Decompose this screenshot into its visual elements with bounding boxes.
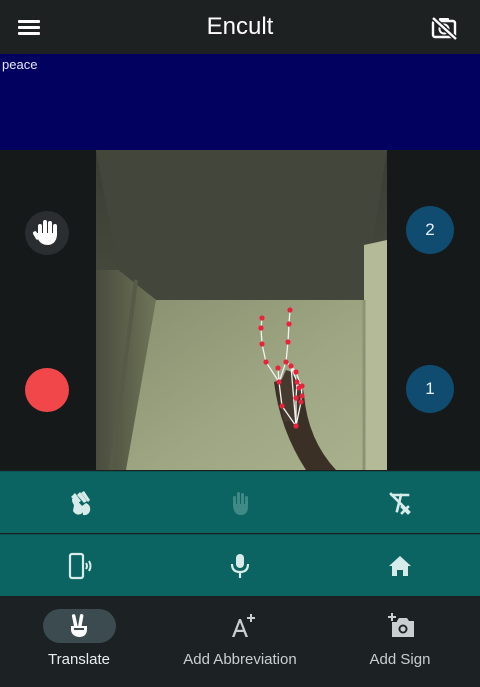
nav-add-abbreviation[interactable]: Add Abbreviation (160, 597, 320, 687)
text-plus-icon (232, 614, 255, 637)
clear-format-button[interactable] (320, 472, 480, 534)
app-root: Encult peace 2 1 Translate Add Abbreviat… (0, 0, 480, 687)
left-control-panel (0, 150, 96, 470)
clear-format-icon (389, 492, 411, 515)
camera-off-icon[interactable] (430, 15, 458, 41)
top-app-bar: Encult (0, 0, 480, 54)
phone-vibrate-icon (68, 552, 92, 580)
toolbar-row-2 (0, 534, 480, 596)
nav-add-sign-label: Add Sign (369, 651, 431, 668)
victory-hand-icon (70, 614, 87, 637)
slot-1-button[interactable]: 1 (406, 365, 454, 413)
record-button[interactable] (25, 368, 69, 412)
home-button[interactable] (320, 535, 480, 597)
camera-frame-image (96, 150, 387, 470)
hand-disabled-icon (233, 492, 248, 515)
nav-add-sign[interactable]: Add Sign (320, 597, 480, 687)
nav-translate[interactable]: Translate (0, 597, 160, 687)
hand-disabled-button[interactable] (160, 472, 320, 534)
hand-icon (33, 220, 57, 245)
nav-translate-label: Translate (48, 651, 110, 668)
home-icon (389, 556, 411, 576)
add-photo-icon (388, 613, 414, 637)
nav-add-abbreviation-label: Add Abbreviation (183, 651, 297, 668)
bottom-navigation: Translate Add Abbreviation Add Sign (0, 597, 480, 687)
hand-mode-button[interactable] (25, 211, 69, 255)
clap-hands-icon (71, 491, 91, 516)
translation-output: peace (0, 54, 480, 150)
mic-icon (230, 554, 250, 578)
camera-section: 2 1 (0, 150, 480, 470)
translation-text: peace (2, 57, 38, 72)
mic-button[interactable] (160, 535, 320, 597)
slot-2-button[interactable]: 2 (406, 206, 454, 254)
vibrate-button[interactable] (0, 535, 160, 597)
clap-button[interactable] (0, 472, 160, 534)
right-control-panel: 2 1 (387, 150, 480, 470)
camera-preview (96, 150, 387, 470)
app-title: Encult (206, 13, 274, 40)
toolbar-row-1 (0, 471, 480, 533)
